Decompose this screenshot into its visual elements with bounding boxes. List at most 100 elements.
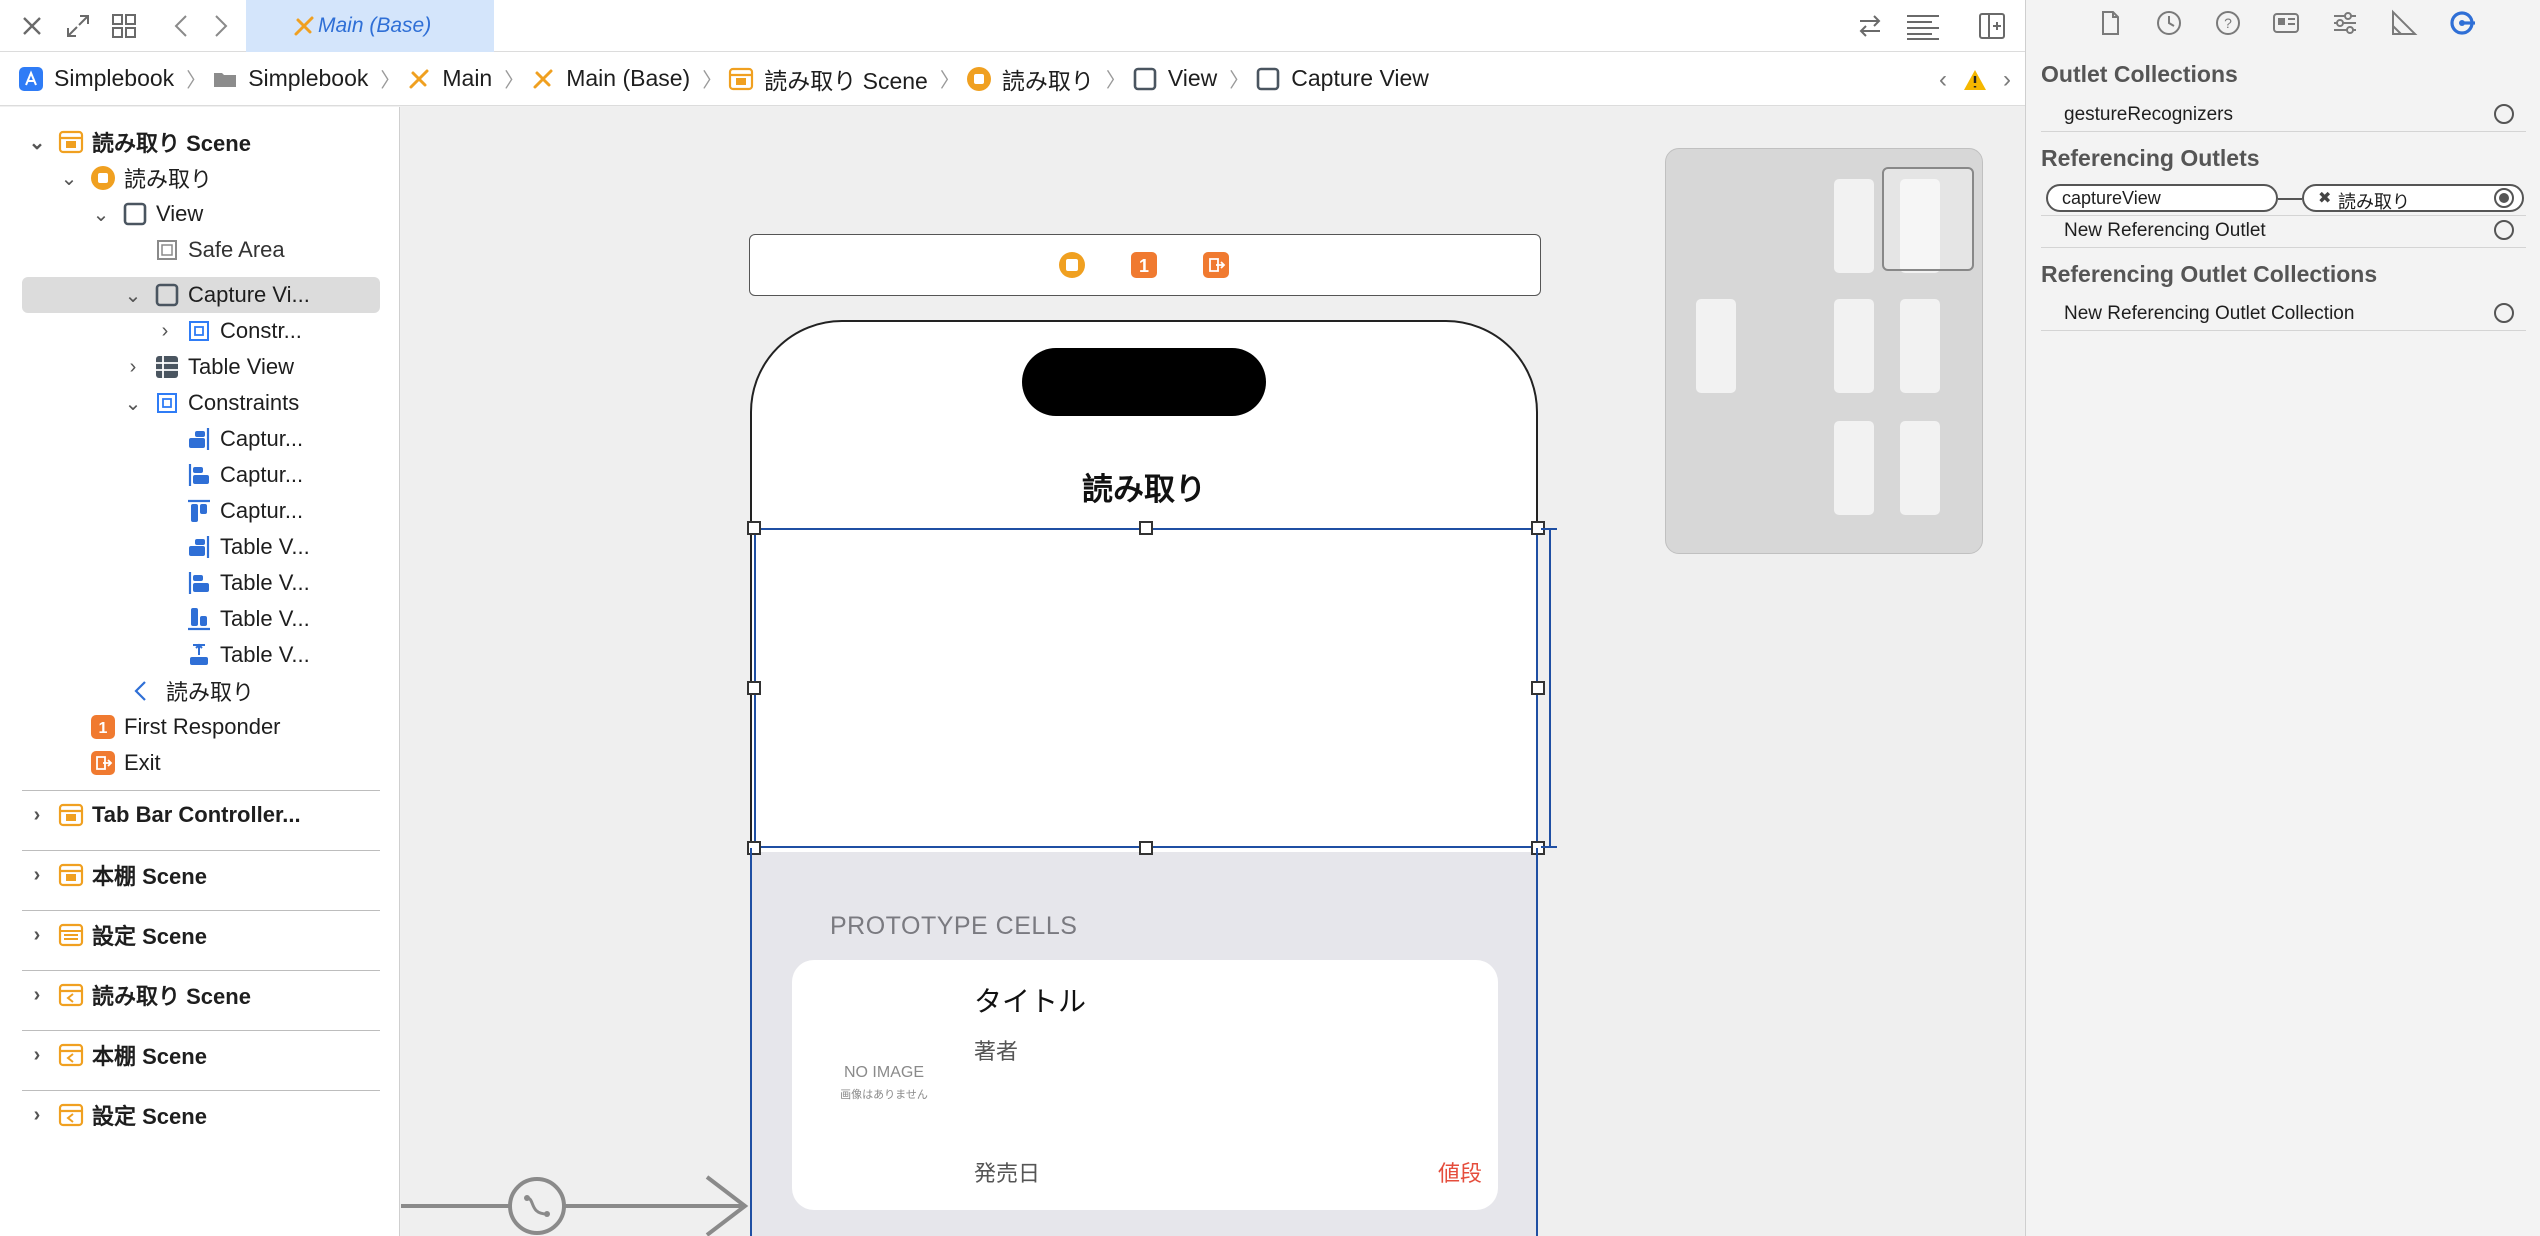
navigation-title[interactable]: 読み取り xyxy=(752,464,1536,509)
outline-row[interactable]: Exit xyxy=(90,745,161,781)
outline-row[interactable]: Table V... xyxy=(186,565,310,601)
history-icon[interactable] xyxy=(2154,8,2184,38)
help-icon[interactable]: ? xyxy=(2213,8,2243,38)
outline-row[interactable]: Table V... xyxy=(186,529,310,565)
grid-icon[interactable] xyxy=(108,10,140,42)
chevron-right-icon[interactable]: › xyxy=(26,864,48,887)
resize-handle[interactable] xyxy=(747,681,761,695)
resize-handle[interactable] xyxy=(1531,681,1545,695)
prototype-cells-header: PROTOTYPE CELLS xyxy=(830,912,1078,940)
swap-icon[interactable] xyxy=(1854,10,1886,42)
chevron-right-icon[interactable]: › xyxy=(26,1104,48,1127)
outline-scene-row[interactable]: › 設定 Scene xyxy=(26,1097,207,1133)
breadcrumb-storyboard[interactable]: Main 〉 xyxy=(406,64,524,93)
chevron-down-icon[interactable]: ⌄ xyxy=(26,130,48,155)
outline-scene-row[interactable]: › Tab Bar Controller... xyxy=(26,797,301,833)
folder-icon xyxy=(214,72,237,87)
chevron-right-icon[interactable]: › xyxy=(26,924,48,947)
close-icon[interactable] xyxy=(16,10,48,42)
outline-row[interactable]: Safe Area xyxy=(154,232,285,268)
tab-main-base[interactable]: Main (Base) xyxy=(246,0,494,52)
chevron-right-icon[interactable]: › xyxy=(122,356,144,379)
warning-icon[interactable] xyxy=(1963,69,1987,91)
add-editor-icon[interactable] xyxy=(1976,10,2008,42)
outline-row-selected[interactable]: ⌄ Capture Vi... xyxy=(122,277,310,313)
forward-icon[interactable] xyxy=(204,10,236,42)
view-controller-icon[interactable] xyxy=(1058,251,1086,279)
outline-row[interactable]: Captur... xyxy=(186,493,303,529)
connection-circle[interactable] xyxy=(2494,104,2514,124)
connection-circle[interactable] xyxy=(2494,220,2514,240)
resize-handle[interactable] xyxy=(747,521,761,535)
outline-row[interactable]: Captur... xyxy=(186,457,303,493)
breadcrumb-folder[interactable]: Simplebook 〉 xyxy=(212,64,400,93)
outline-row[interactable]: › Constr... xyxy=(154,313,302,349)
outline-row[interactable]: ⌄ Constraints xyxy=(122,385,300,421)
outline-row[interactable]: Table V... xyxy=(186,601,310,637)
back-icon[interactable] xyxy=(166,10,198,42)
attributes-icon[interactable] xyxy=(2330,8,2360,38)
chevron-down-icon[interactable]: ⌄ xyxy=(90,202,112,227)
first-responder-icon[interactable]: 1 xyxy=(1130,251,1158,279)
resize-handle[interactable] xyxy=(1531,841,1545,855)
chevron-right-icon[interactable]: › xyxy=(26,984,48,1007)
cell-author-label[interactable]: 著者 xyxy=(974,1034,1018,1066)
cell-price-label[interactable]: 値段 xyxy=(1438,1156,1482,1188)
outline-row[interactable]: 1 First Responder xyxy=(90,709,281,745)
previous-issue-icon[interactable]: ‹ xyxy=(1939,66,1947,94)
outline-row[interactable]: Table V... xyxy=(186,637,310,673)
chevron-right-icon[interactable]: › xyxy=(26,1044,48,1067)
outline-row[interactable]: 読み取り xyxy=(122,673,254,709)
file-icon[interactable] xyxy=(2095,8,2125,38)
outline-scene-row[interactable]: › 設定 Scene xyxy=(26,917,207,953)
resize-handle[interactable] xyxy=(1139,521,1153,535)
cell-date-label[interactable]: 発売日 xyxy=(974,1156,1040,1188)
prototype-cell[interactable]: NO IMAGE 画像はありません タイトル 著者 発売日 値段 xyxy=(792,960,1498,1210)
breadcrumb-scene[interactable]: 読み取り Scene 〉 xyxy=(728,62,960,96)
exit-icon[interactable] xyxy=(1202,251,1230,279)
capture-view-selection[interactable] xyxy=(754,528,1538,848)
outline-label: Captur... xyxy=(220,462,304,487)
resize-handle[interactable] xyxy=(1139,841,1153,855)
outline-row[interactable]: ⌄ 読み取り xyxy=(58,160,212,196)
identity-icon[interactable] xyxy=(2271,8,2301,38)
next-issue-icon[interactable]: › xyxy=(2003,66,2011,94)
no-image-placeholder[interactable]: NO IMAGE 画像はありません xyxy=(840,1064,928,1102)
scene-dock: 1 xyxy=(749,234,1541,296)
outline-row[interactable]: ⌄ View xyxy=(90,196,204,232)
outline-scene-row[interactable]: › 本棚 Scene xyxy=(26,1037,207,1073)
outline-scene-row[interactable]: › 本棚 Scene xyxy=(26,857,207,893)
size-icon[interactable] xyxy=(2389,8,2419,38)
disconnect-icon[interactable]: ✖ xyxy=(2318,188,2331,208)
minimap[interactable] xyxy=(1665,148,1983,554)
storyboard-canvas[interactable]: 1 読み取り PROTOTYPE CELLS NO IMAGE 画像はありません… xyxy=(401,107,2024,1236)
outline-row[interactable]: › Table View xyxy=(122,349,294,385)
breadcrumb-project[interactable]: Simplebook 〉 xyxy=(18,64,206,93)
minimap-scene xyxy=(1696,299,1736,393)
connected-object-pill[interactable]: 読み取り xyxy=(2302,184,2524,212)
breadcrumb-storyboard-base[interactable]: Main (Base) 〉 xyxy=(530,64,722,93)
connection-circle[interactable] xyxy=(2494,303,2514,323)
outline-scene-row[interactable]: ⌄ 読み取り Scene xyxy=(26,124,251,160)
constraint-indicator xyxy=(1549,528,1551,848)
breadcrumb-capture-view[interactable]: Capture View xyxy=(1255,65,1429,92)
connection-circle[interactable] xyxy=(2494,188,2514,208)
outline-scene-row[interactable]: › 読み取り Scene xyxy=(26,977,251,1013)
chevron-down-icon[interactable]: ⌄ xyxy=(122,391,144,416)
expand-icon[interactable] xyxy=(62,10,94,42)
segue-arrow[interactable] xyxy=(401,1171,761,1236)
chevron-right-icon[interactable]: › xyxy=(154,320,176,343)
connections-icon[interactable] xyxy=(2447,8,2477,38)
outline-row[interactable]: Captur... xyxy=(186,421,303,457)
chevron-down-icon[interactable]: ⌄ xyxy=(58,166,80,191)
divider xyxy=(22,1030,380,1031)
chevron-right-icon[interactable]: › xyxy=(26,804,48,827)
breadcrumb-view[interactable]: View 〉 xyxy=(1132,64,1249,93)
view-icon xyxy=(123,202,147,226)
breadcrumb-view-controller[interactable]: 読み取り〉 xyxy=(966,62,1126,96)
lines-icon[interactable] xyxy=(1904,10,1942,42)
outlet-name-pill[interactable]: captureView xyxy=(2046,184,2278,212)
minimap-viewport[interactable] xyxy=(1882,167,1974,271)
cell-title-label[interactable]: タイトル xyxy=(974,980,1086,1020)
chevron-down-icon[interactable]: ⌄ xyxy=(122,283,144,308)
